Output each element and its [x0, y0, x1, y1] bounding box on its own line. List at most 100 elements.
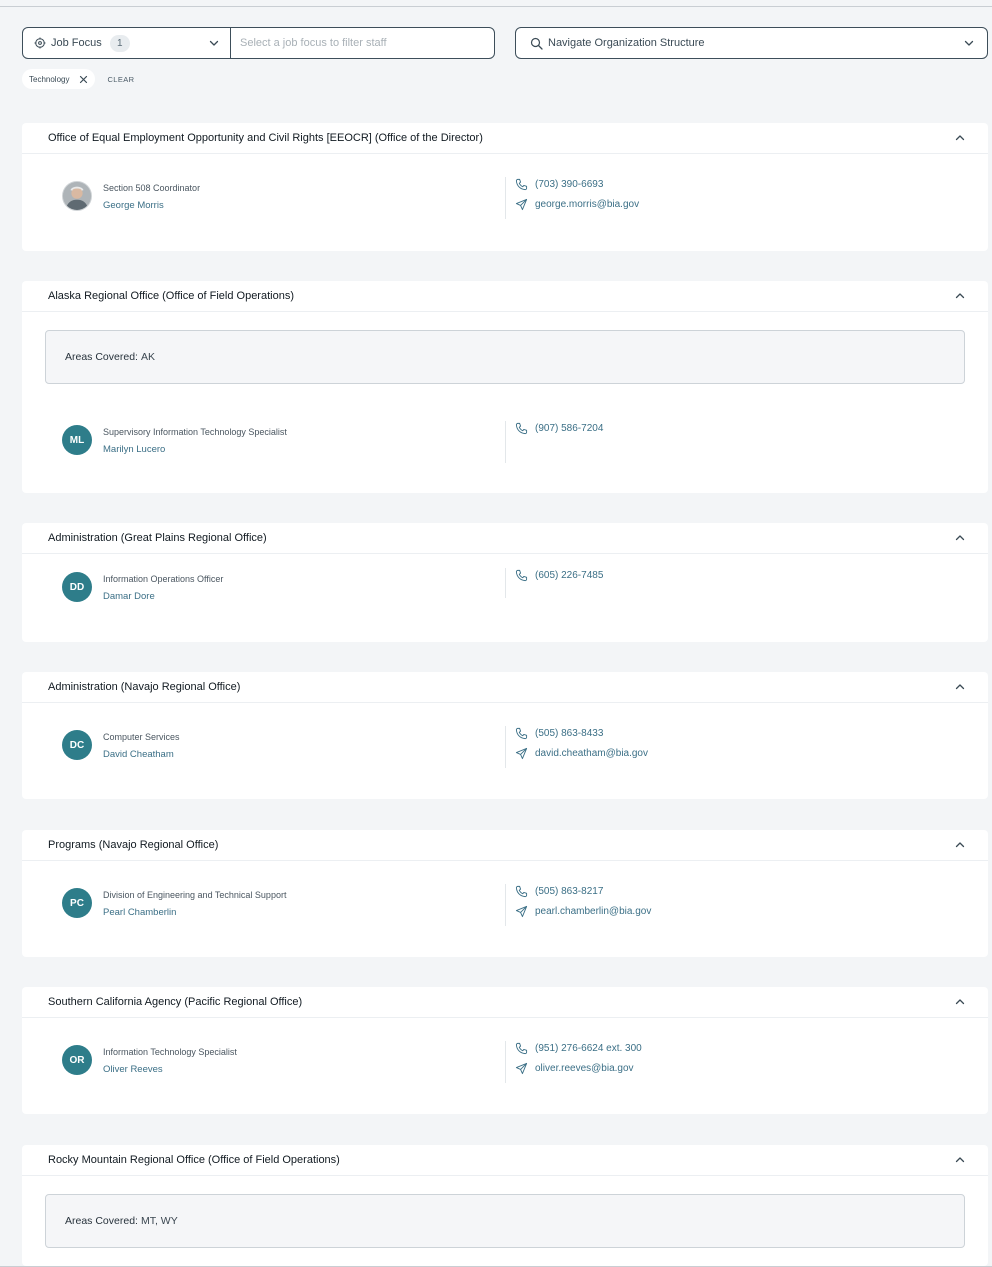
chevron-up-icon[interactable]: [954, 996, 966, 1008]
office-title: Alaska Regional Office (Office of Field …: [48, 290, 294, 302]
email-contact[interactable]: pearl.chamberlin@bia.gov: [515, 905, 651, 918]
clear-filters-button[interactable]: CLEAR: [107, 75, 134, 84]
staff-name-link[interactable]: David Cheatham: [103, 749, 174, 760]
staff-row: OR Information Technology Specialist Oli…: [22, 1018, 988, 1116]
chevron-up-icon[interactable]: [954, 839, 966, 851]
phone-number: (951) 276-6624 ext. 300: [535, 1043, 642, 1054]
job-focus-dropdown[interactable]: Job Focus 1: [23, 28, 231, 58]
chevron-up-icon[interactable]: [954, 532, 966, 544]
areas-covered-box: Areas Covered: MT, WY: [45, 1194, 965, 1248]
staff-job-title: Supervisory Information Technology Speci…: [103, 427, 287, 437]
phone-icon: [515, 1042, 528, 1055]
email-address: pearl.chamberlin@bia.gov: [535, 906, 652, 917]
staff-row: PC Division of Engineering and Technical…: [22, 861, 988, 959]
job-focus-search-input[interactable]: [231, 28, 494, 58]
close-icon[interactable]: [79, 75, 88, 84]
office-card-header[interactable]: Administration (Navajo Regional Office): [22, 672, 988, 703]
staff-row: DC Computer Services David Cheatham (505…: [22, 703, 988, 801]
phone-number: (605) 226-7485: [535, 570, 604, 581]
email-contact[interactable]: oliver.reeves@bia.gov: [515, 1062, 634, 1075]
phone-contact[interactable]: (505) 863-8217: [515, 885, 603, 898]
send-icon: [515, 747, 528, 760]
office-card-header[interactable]: Alaska Regional Office (Office of Field …: [22, 281, 988, 312]
email-contact[interactable]: david.cheatham@bia.gov: [515, 747, 648, 760]
office-card: Administration (Navajo Regional Office) …: [22, 672, 988, 799]
staff-name-link[interactable]: Oliver Reeves: [103, 1064, 163, 1075]
areas-covered-box: Areas Covered: AK: [45, 330, 965, 384]
send-icon: [515, 198, 528, 211]
office-title: Administration (Great Plains Regional Of…: [48, 532, 267, 544]
staff-job-title: Division of Engineering and Technical Su…: [103, 890, 287, 900]
staff-job-title: Section 508 Coordinator: [103, 183, 201, 193]
divider: [505, 421, 506, 463]
chevron-up-icon[interactable]: [954, 1154, 966, 1166]
search-icon: [530, 37, 543, 50]
office-card-header[interactable]: Southern California Agency (Pacific Regi…: [22, 987, 988, 1018]
office-title: Southern California Agency (Pacific Regi…: [48, 996, 303, 1008]
areas-covered-label: Areas Covered:: [65, 1215, 138, 1227]
office-title: Rocky Mountain Regional Office (Office o…: [48, 1154, 340, 1166]
send-icon: [515, 905, 528, 918]
phone-number: (703) 390-6693: [535, 179, 604, 190]
phone-number: (505) 863-8217: [535, 886, 604, 897]
target-icon: [34, 37, 46, 49]
office-card: Alaska Regional Office (Office of Field …: [22, 281, 988, 493]
office-card-header[interactable]: Rocky Mountain Regional Office (Office o…: [22, 1145, 988, 1176]
office-title: Office of Equal Employment Opportunity a…: [48, 132, 483, 144]
org-structure-label: Navigate Organization Structure: [548, 37, 705, 49]
job-focus-count-badge: 1: [109, 34, 130, 52]
phone-icon: [515, 727, 528, 740]
chevron-down-icon: [208, 37, 220, 49]
chevron-up-icon[interactable]: [954, 132, 966, 144]
staff-job-title: Computer Services: [103, 732, 180, 742]
office-title: Administration (Navajo Regional Office): [48, 681, 241, 693]
phone-contact[interactable]: (605) 226-7485: [515, 569, 603, 582]
staff-name-link[interactable]: George Morris: [103, 200, 164, 211]
divider: [505, 726, 506, 768]
staff-row: ML Supervisory Information Technology Sp…: [22, 398, 988, 496]
chevron-up-icon[interactable]: [954, 290, 966, 302]
org-structure-navigator[interactable]: Navigate Organization Structure: [515, 27, 988, 59]
divider: [505, 884, 506, 926]
phone-number: (505) 863-8433: [535, 728, 604, 739]
avatar: OR: [62, 1045, 92, 1075]
phone-number: (907) 586-7204: [535, 423, 604, 434]
email-contact[interactable]: george.morris@bia.gov: [515, 198, 639, 211]
office-title: Programs (Navajo Regional Office): [48, 839, 219, 851]
phone-contact[interactable]: (951) 276-6624 ext. 300: [515, 1042, 642, 1055]
office-card-header[interactable]: Programs (Navajo Regional Office): [22, 830, 988, 861]
email-address: david.cheatham@bia.gov: [535, 748, 648, 759]
top-rule: [0, 6, 992, 7]
divider: [505, 568, 506, 598]
areas-covered-value: AK: [140, 351, 155, 363]
job-focus-label: Job Focus: [51, 37, 102, 49]
divider: [505, 177, 506, 219]
email-address: oliver.reeves@bia.gov: [535, 1063, 634, 1074]
areas-covered-label: Areas Covered:: [65, 351, 138, 363]
active-filter-chips: Technology CLEAR: [22, 69, 135, 89]
chevron-up-icon[interactable]: [954, 681, 966, 693]
phone-icon: [515, 885, 528, 898]
staff-name-link[interactable]: Pearl Chamberlin: [103, 907, 176, 918]
avatar: DD: [62, 572, 92, 602]
office-card: Programs (Navajo Regional Office) PC Div…: [22, 830, 988, 957]
avatar: PC: [62, 888, 92, 918]
filter-chip-technology: Technology: [22, 69, 96, 89]
staff-row: DD Information Operations Officer Damar …: [22, 545, 988, 631]
avatar: DC: [62, 730, 92, 760]
staff-job-title: Information Operations Officer: [103, 574, 224, 584]
phone-contact[interactable]: (907) 586-7204: [515, 422, 603, 435]
office-card-header[interactable]: Office of Equal Employment Opportunity a…: [22, 123, 988, 154]
phone-icon: [515, 422, 528, 435]
avatar: [62, 181, 92, 211]
phone-contact[interactable]: (505) 863-8433: [515, 727, 603, 740]
phone-icon: [515, 569, 528, 582]
office-card: Office of Equal Employment Opportunity a…: [22, 123, 988, 251]
office-card: Administration (Great Plains Regional Of…: [22, 523, 988, 642]
phone-contact[interactable]: (703) 390-6693: [515, 178, 603, 191]
staff-row: Section 508 Coordinator George Morris (7…: [22, 154, 988, 252]
phone-icon: [515, 178, 528, 191]
staff-name-link[interactable]: Damar Dore: [103, 591, 155, 602]
areas-covered-value: MT, WY: [140, 1215, 178, 1227]
staff-name-link[interactable]: Marilyn Lucero: [103, 444, 165, 455]
